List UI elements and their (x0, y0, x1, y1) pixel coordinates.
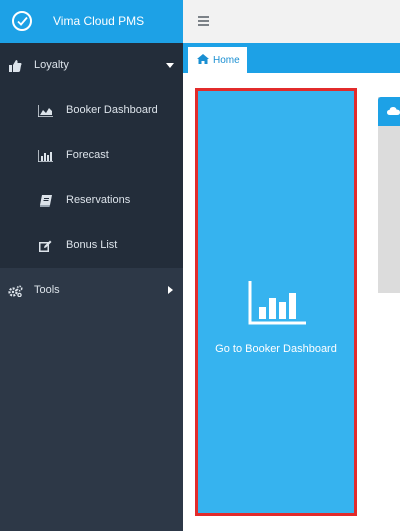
book-icon (40, 195, 52, 207)
sidebar-item-label: Loyalty (34, 59, 69, 71)
sidebar-item-label: Forecast (66, 149, 109, 161)
sidebar-item-label: Reservations (66, 194, 131, 206)
panel-header (378, 97, 400, 126)
sidebar-item-bonus-list[interactable]: Bonus List (0, 223, 183, 268)
bar-chart-icon (38, 150, 53, 162)
card-label: Go to Booker Dashboard (215, 343, 337, 355)
sidebar-item-label: Bonus List (66, 239, 118, 251)
sidebar-item-forecast[interactable]: Forecast (0, 133, 183, 178)
thumbs-up-icon (9, 60, 22, 72)
tab-label: Home (213, 55, 240, 66)
sidebar-item-reservations[interactable]: Reservations (0, 178, 183, 223)
checkmark-logo-icon (12, 11, 32, 31)
home-icon (197, 54, 209, 64)
sidebar-item-label: Booker Dashboard (66, 104, 158, 116)
brand-header[interactable]: Vima Cloud PMS (0, 0, 183, 43)
sidebar-item-label: Tools (34, 284, 60, 296)
edit-icon (39, 240, 52, 252)
bar-chart-icon (248, 281, 306, 325)
sidebar-item-loyalty[interactable]: Loyalty (0, 43, 183, 88)
top-bar (183, 0, 400, 43)
cloud-icon (387, 107, 400, 115)
tab-home[interactable]: Home (188, 47, 247, 73)
sidebar-item-tools[interactable]: Tools (0, 268, 183, 313)
caret-right-icon (168, 286, 173, 294)
menu-toggle-icon[interactable] (198, 16, 209, 26)
caret-down-icon (166, 63, 174, 68)
sidebar: Vima Cloud PMS Loyalty Booker Dashboard … (0, 0, 183, 531)
app-title: Vima Cloud PMS (53, 14, 145, 28)
sidebar-item-booker-dashboard[interactable]: Booker Dashboard (0, 88, 183, 133)
gears-icon (8, 285, 23, 297)
booker-dashboard-card[interactable]: Go to Booker Dashboard (195, 88, 357, 516)
side-panel (378, 97, 400, 293)
area-chart-icon (38, 105, 53, 117)
